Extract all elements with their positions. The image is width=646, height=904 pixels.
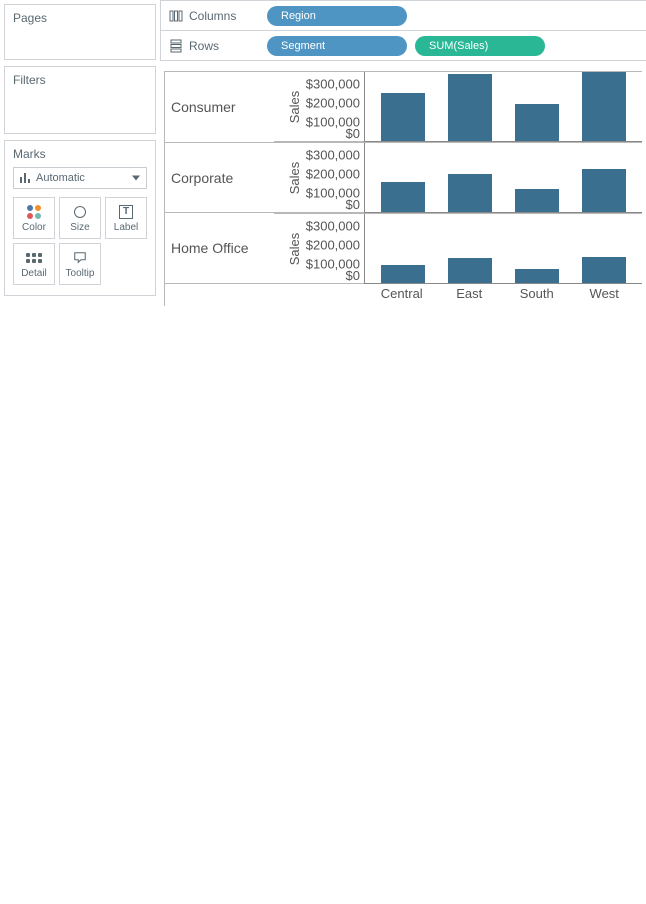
bar[interactable]	[515, 269, 559, 283]
plot-area[interactable]	[364, 214, 642, 284]
marks-color-button[interactable]: Color	[13, 197, 55, 239]
size-icon	[74, 206, 86, 218]
row-header-home-office[interactable]: Home Office	[165, 213, 274, 284]
y-tick-label: $300,000	[306, 147, 360, 162]
y-axis-title: Sales	[287, 90, 302, 123]
bar[interactable]	[448, 74, 492, 141]
chevron-down-icon	[132, 176, 140, 181]
marks-color-label: Color	[22, 222, 46, 233]
pages-shelf[interactable]: Pages	[4, 4, 156, 60]
marks-size-label: Size	[70, 222, 89, 233]
pill-sum-sales[interactable]: SUM(Sales)	[415, 36, 545, 56]
color-icon	[27, 205, 41, 219]
filters-title: Filters	[13, 73, 147, 87]
rows-shelf[interactable]: Rows Segment SUM(Sales)	[160, 30, 646, 60]
y-axis[interactable]: Sales$0$100,000$200,000$300,000	[274, 72, 364, 142]
marks-tooltip-label: Tooltip	[66, 268, 95, 279]
mark-type-dropdown[interactable]: Automatic	[13, 167, 147, 189]
detail-icon	[26, 253, 42, 263]
y-tick-label: $200,000	[306, 95, 360, 110]
chart-row: Sales$0$100,000$200,000$300,000	[274, 71, 642, 142]
filters-shelf[interactable]: Filters	[4, 66, 156, 134]
columns-label: Columns	[189, 9, 236, 23]
marks-detail-button[interactable]: Detail	[13, 243, 55, 285]
rows-label: Rows	[189, 39, 219, 53]
row-header-label: Home Office	[171, 240, 249, 256]
x-tick-label: East	[447, 286, 491, 301]
y-tick-label: $200,000	[306, 166, 360, 181]
pill-label: Region	[281, 10, 316, 22]
plot-area[interactable]	[364, 143, 642, 213]
row-header-consumer[interactable]: Consumer	[165, 72, 274, 143]
chart-row: Sales$0$100,000$200,000$300,000	[274, 142, 642, 213]
row-header-corporate[interactable]: Corporate	[165, 143, 274, 214]
bar[interactable]	[515, 104, 559, 141]
pages-title: Pages	[13, 11, 147, 25]
y-tick-label: $100,000	[306, 114, 360, 129]
bar[interactable]	[582, 257, 626, 283]
x-axis[interactable]: Central East South West	[274, 284, 642, 306]
marks-label-label: Label	[114, 222, 138, 233]
bar[interactable]	[582, 169, 626, 212]
chart-row: Sales$0$100,000$200,000$300,000	[274, 213, 642, 284]
bar[interactable]	[448, 258, 492, 283]
bar[interactable]	[381, 93, 425, 141]
mark-type-label: Automatic	[36, 172, 85, 184]
bar-chart-icon	[20, 173, 30, 183]
y-axis-title: Sales	[287, 161, 302, 194]
viz-canvas[interactable]: Consumer Corporate Home Office Sales$0$1…	[160, 61, 646, 306]
columns-icon	[169, 9, 183, 23]
pill-segment[interactable]: Segment	[267, 36, 407, 56]
plot-area[interactable]	[364, 72, 642, 142]
x-tick-label: West	[582, 286, 626, 301]
pill-label: Segment	[281, 40, 325, 52]
tooltip-icon	[73, 250, 87, 266]
pill-region[interactable]: Region	[267, 6, 407, 26]
marks-card: Marks Automatic Color Size T Label	[4, 140, 156, 296]
bar[interactable]	[515, 189, 559, 212]
y-axis[interactable]: Sales$0$100,000$200,000$300,000	[274, 143, 364, 213]
y-tick-label: $300,000	[306, 76, 360, 91]
marks-size-button[interactable]: Size	[59, 197, 101, 239]
bar[interactable]	[381, 182, 425, 212]
bar[interactable]	[582, 72, 626, 141]
marks-detail-label: Detail	[21, 268, 47, 279]
marks-title: Marks	[13, 147, 147, 161]
y-tick-label: $200,000	[306, 237, 360, 252]
y-axis-title: Sales	[287, 232, 302, 265]
pill-label: SUM(Sales)	[429, 40, 488, 52]
row-header-label: Consumer	[171, 99, 236, 115]
marks-label-button[interactable]: T Label	[105, 197, 147, 239]
x-tick-label: South	[515, 286, 559, 301]
text-icon: T	[119, 205, 133, 219]
columns-shelf[interactable]: Columns Region	[160, 0, 646, 30]
bar[interactable]	[381, 265, 425, 283]
x-tick-label: Central	[380, 286, 424, 301]
bar[interactable]	[448, 174, 492, 212]
rows-icon	[169, 39, 183, 53]
y-tick-label: $100,000	[306, 185, 360, 200]
y-tick-label: $300,000	[306, 218, 360, 233]
y-tick-label: $100,000	[306, 256, 360, 271]
y-axis[interactable]: Sales$0$100,000$200,000$300,000	[274, 214, 364, 284]
marks-tooltip-button[interactable]: Tooltip	[59, 243, 101, 285]
row-header-label: Corporate	[171, 170, 233, 186]
